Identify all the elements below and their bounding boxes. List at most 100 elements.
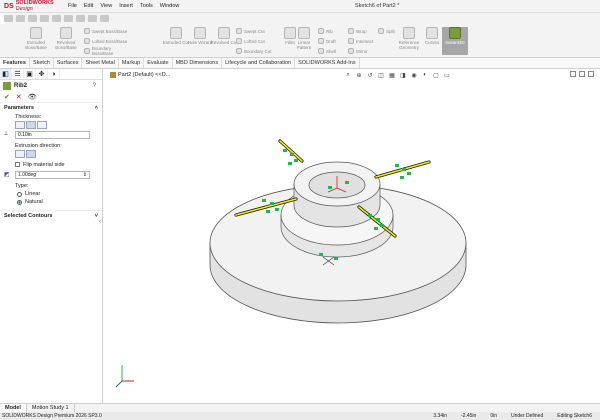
zoom-area-icon[interactable]: ⊕ xyxy=(355,71,363,79)
view-settings-icon[interactable]: ▭ xyxy=(443,71,451,79)
both-sides-button[interactable] xyxy=(26,121,36,129)
undo-icon[interactable] xyxy=(64,15,73,22)
coord-y: -2.45in xyxy=(461,413,477,419)
configuration-manager-icon[interactable]: ▣ xyxy=(24,69,36,79)
tab-surfaces[interactable]: Surfaces xyxy=(54,58,83,68)
parameters-section-header[interactable]: Parameters ˄ xyxy=(0,102,102,112)
zoom-to-fit-icon[interactable]: ⌕ xyxy=(344,71,352,79)
app-logo[interactable]: DS SOLIDWORKS Design xyxy=(4,0,56,12)
brand-name: SOLIDWORKS Design xyxy=(15,0,54,12)
extruded-boss-button[interactable]: Extruded Boss/Base xyxy=(22,27,50,55)
hole-wizard-icon xyxy=(194,27,206,39)
tab-sketch[interactable]: Sketch xyxy=(30,58,54,68)
options-icon[interactable] xyxy=(100,15,109,22)
cancel-button[interactable]: ✕ xyxy=(16,93,22,101)
view-orientation-icon[interactable]: ▦ xyxy=(388,71,396,79)
help-icon[interactable]: ? xyxy=(93,83,96,89)
status-readouts: 3.34in -2.45in 0in Under Defined Editing… xyxy=(433,413,592,419)
close-icon[interactable] xyxy=(588,71,594,77)
save-icon[interactable] xyxy=(40,15,49,22)
home-icon[interactable] xyxy=(4,15,13,22)
tab-lifecycle[interactable]: Lifecycle and Collaboration xyxy=(222,58,296,68)
revolve-icon xyxy=(60,27,72,39)
previous-view-icon[interactable]: ↺ xyxy=(366,71,374,79)
checkbox-box xyxy=(15,162,20,167)
wrap-button[interactable]: Wrap xyxy=(348,27,378,35)
extrusion-direction-label: Extrusion direction: xyxy=(15,142,62,149)
menu-file[interactable]: File xyxy=(68,3,77,9)
menu-insert[interactable]: Insert xyxy=(119,3,133,9)
maximize-icon[interactable] xyxy=(579,71,585,77)
type-natural-radio[interactable]: Natural xyxy=(0,198,102,206)
instant3d-button[interactable]: Instant3D xyxy=(442,27,468,55)
normal-to-sketch-button[interactable] xyxy=(26,150,36,158)
dimxpert-icon[interactable]: ✥ xyxy=(36,69,48,79)
rebuild-icon[interactable] xyxy=(88,15,97,22)
tab-mbd-dimensions[interactable]: MBD Dimensions xyxy=(173,58,223,68)
preview-eye-icon[interactable]: 👁 xyxy=(28,93,37,101)
flip-material-side-checkbox[interactable]: Flip material side xyxy=(0,160,102,169)
reference-geometry-icon xyxy=(403,27,415,39)
coord-z: 0in xyxy=(490,413,497,419)
boundary-boss-button[interactable]: Boundary Boss/Base xyxy=(84,46,132,56)
lofted-boss-button[interactable]: Lofted Boss/Base xyxy=(84,37,132,45)
edit-appearance-icon[interactable]: ◐ xyxy=(421,71,429,79)
boundary-icon xyxy=(84,48,90,54)
curves-button[interactable]: Curves xyxy=(422,27,442,55)
first-side-button[interactable] xyxy=(15,121,25,129)
thickness-label: Thickness: xyxy=(15,113,42,120)
shell-button[interactable]: Shell xyxy=(318,47,348,55)
reference-geometry-button[interactable]: Reference Geometry xyxy=(396,27,422,55)
hide-show-items-icon[interactable]: ◉ xyxy=(410,71,418,79)
display-manager-icon[interactable]: ◑ xyxy=(48,69,60,79)
menu-edit[interactable]: Edit xyxy=(84,3,93,9)
draft-button[interactable]: Draft xyxy=(318,37,348,45)
rib-button[interactable]: Rib xyxy=(318,27,348,35)
tab-motion-study[interactable]: Motion Study 1 xyxy=(27,404,75,412)
feature-manager-icon[interactable]: ◧ xyxy=(0,69,12,79)
tab-markup[interactable]: Markup xyxy=(119,58,145,68)
swept-boss-button[interactable]: Swept Boss/Base xyxy=(84,27,132,35)
intersect-button[interactable]: Intersect xyxy=(348,37,378,45)
property-manager-icon[interactable]: ☰ xyxy=(12,69,24,79)
thickness-input[interactable] xyxy=(15,131,90,139)
section-view-icon[interactable]: ◫ xyxy=(377,71,385,79)
draft-angle-icon[interactable]: ◩ xyxy=(4,171,12,179)
print-icon[interactable] xyxy=(52,15,61,22)
feature-tree-flyout[interactable]: Part2 (Default) <<D... xyxy=(110,72,170,78)
menu-tools[interactable]: Tools xyxy=(140,3,153,9)
select-icon[interactable] xyxy=(76,15,85,22)
instant3d-icon xyxy=(449,27,461,39)
selected-contours-section-header[interactable]: Selected Contours ˅ xyxy=(0,210,102,220)
display-style-icon[interactable]: ◨ xyxy=(399,71,407,79)
draft-angle-input[interactable]: 1.00deg ⇕ xyxy=(15,171,90,179)
apply-scene-icon[interactable]: ▢ xyxy=(432,71,440,79)
tab-sheet-metal[interactable]: Sheet Metal xyxy=(82,58,119,68)
thickness-field: ⟂ xyxy=(0,131,102,139)
mirror-button[interactable]: Mirror xyxy=(348,47,378,55)
revolved-cut-icon xyxy=(218,27,230,39)
tab-model[interactable]: Model xyxy=(0,404,27,412)
linear-pattern-button[interactable]: Linear Pattern xyxy=(290,27,318,55)
second-side-button[interactable] xyxy=(37,121,47,129)
linear-pattern-icon xyxy=(298,27,310,39)
parallel-to-sketch-button[interactable] xyxy=(15,150,25,158)
menu-view[interactable]: View xyxy=(100,3,112,9)
new-document-icon[interactable] xyxy=(16,15,25,22)
type-linear-radio[interactable]: Linear xyxy=(0,190,102,198)
graphics-area[interactable]: Part2 (Default) <<D... ⌕ ⊕ ↺ ◫ ▦ ◨ ◉ ◐ ▢… xyxy=(104,69,600,403)
ok-button[interactable]: ✔ xyxy=(4,93,10,101)
extrude-icon xyxy=(30,27,42,39)
coord-x: 3.34in xyxy=(433,413,448,419)
panel-collapse-handle[interactable]: ‹ xyxy=(99,219,101,225)
bottom-tabs: Model Motion Study 1 xyxy=(0,403,600,412)
tab-evaluate[interactable]: Evaluate xyxy=(144,58,173,68)
window-controls xyxy=(570,71,594,77)
revolved-boss-button[interactable]: Revolved Boss/Base xyxy=(52,27,80,55)
open-icon[interactable] xyxy=(28,15,37,22)
menu-window[interactable]: Window xyxy=(160,3,180,9)
minimize-icon[interactable] xyxy=(570,71,576,77)
tab-features[interactable]: Features xyxy=(0,58,30,68)
revolved-cut-button[interactable]: Revolved Cut xyxy=(210,27,238,55)
tab-add-ins[interactable]: SOLIDWORKS Add-Ins xyxy=(295,58,360,68)
